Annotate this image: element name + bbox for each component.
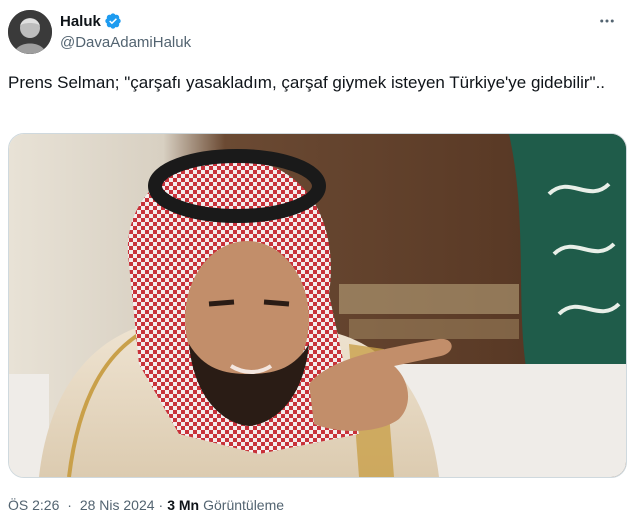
views-label: Görüntüleme [203,497,285,513]
meta-separator: · [67,497,72,513]
tweet-time: ÖS 2:26 [8,497,60,513]
author-handle[interactable]: @DavaAdamiHaluk [60,34,191,51]
author-display-name[interactable]: Haluk [60,13,101,30]
tweet-header: Haluk @DavaAdamiHaluk [8,8,620,56]
views-count[interactable]: 3 Mn [167,497,199,513]
verified-badge-icon [105,13,121,29]
photo-image [9,134,626,477]
meta-separator: · [158,497,164,513]
more-options-icon [600,19,614,23]
tweet-meta: ÖS 2:26 · 28 Nis 2024 · 3 Mn Görüntüleme [8,497,284,513]
tweet-timestamp[interactable]: ÖS 2:26 · 28 Nis 2024 [8,497,155,513]
avatar-image [8,10,52,54]
tweet-media-photo[interactable] [8,133,627,478]
more-options-button[interactable] [596,10,618,32]
avatar[interactable] [8,10,52,54]
tweet-text: Prens Selman; "çarşafı yasakladım, çarşa… [8,73,606,92]
author-name-row: Haluk [60,12,122,30]
tweet-date: 28 Nis 2024 [79,497,155,513]
